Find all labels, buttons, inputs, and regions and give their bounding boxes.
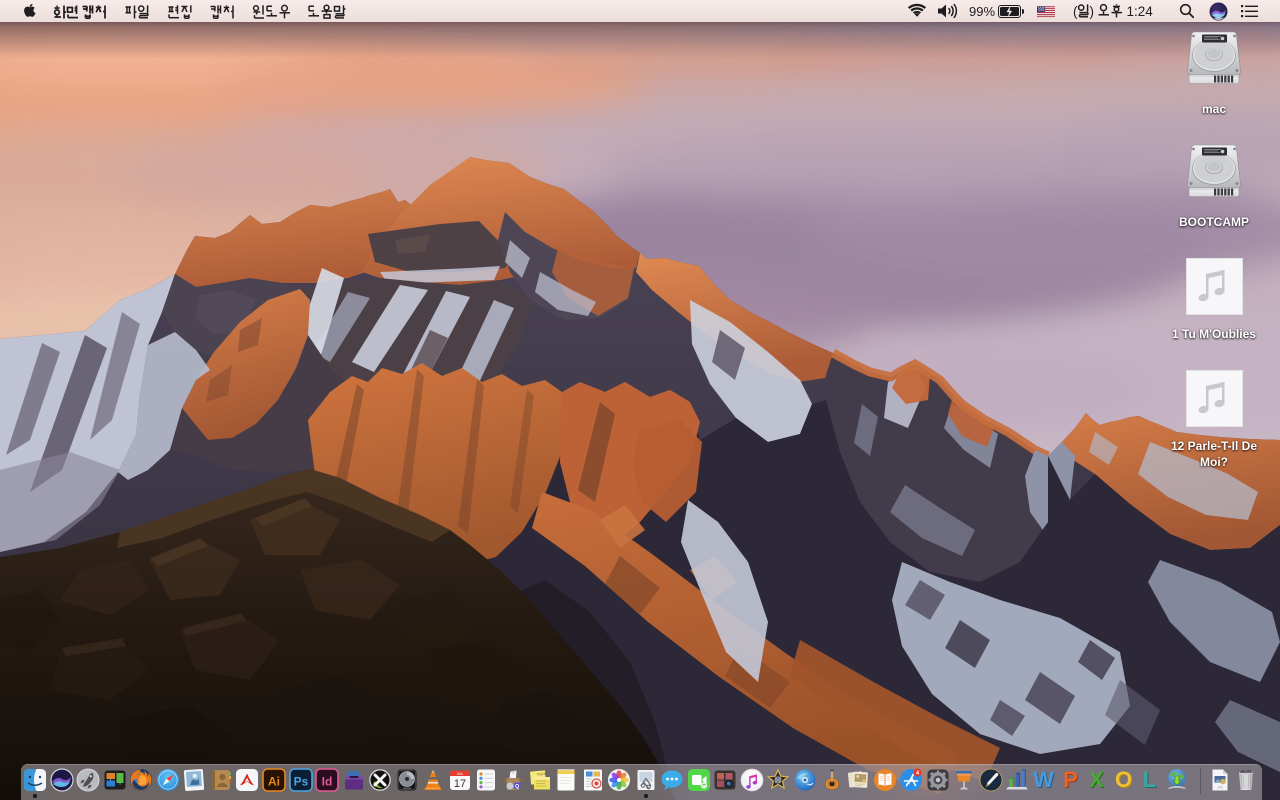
svg-text:P: P bbox=[1063, 768, 1078, 792]
svg-text:Ai: Ai bbox=[268, 775, 280, 789]
svg-text:JUL: JUL bbox=[456, 771, 464, 776]
svg-text:Id: Id bbox=[322, 775, 333, 789]
svg-text:Q: Q bbox=[515, 784, 520, 790]
svg-text:JPG: JPG bbox=[1217, 786, 1224, 790]
svg-text:X: X bbox=[1089, 768, 1104, 792]
svg-text:L: L bbox=[1143, 768, 1156, 792]
svg-text:W: W bbox=[1033, 768, 1054, 792]
svg-text:Plans: Plans bbox=[536, 772, 545, 777]
svg-text:Ps: Ps bbox=[293, 775, 308, 789]
svg-text:O: O bbox=[1114, 768, 1131, 792]
svg-text:17: 17 bbox=[454, 778, 466, 790]
